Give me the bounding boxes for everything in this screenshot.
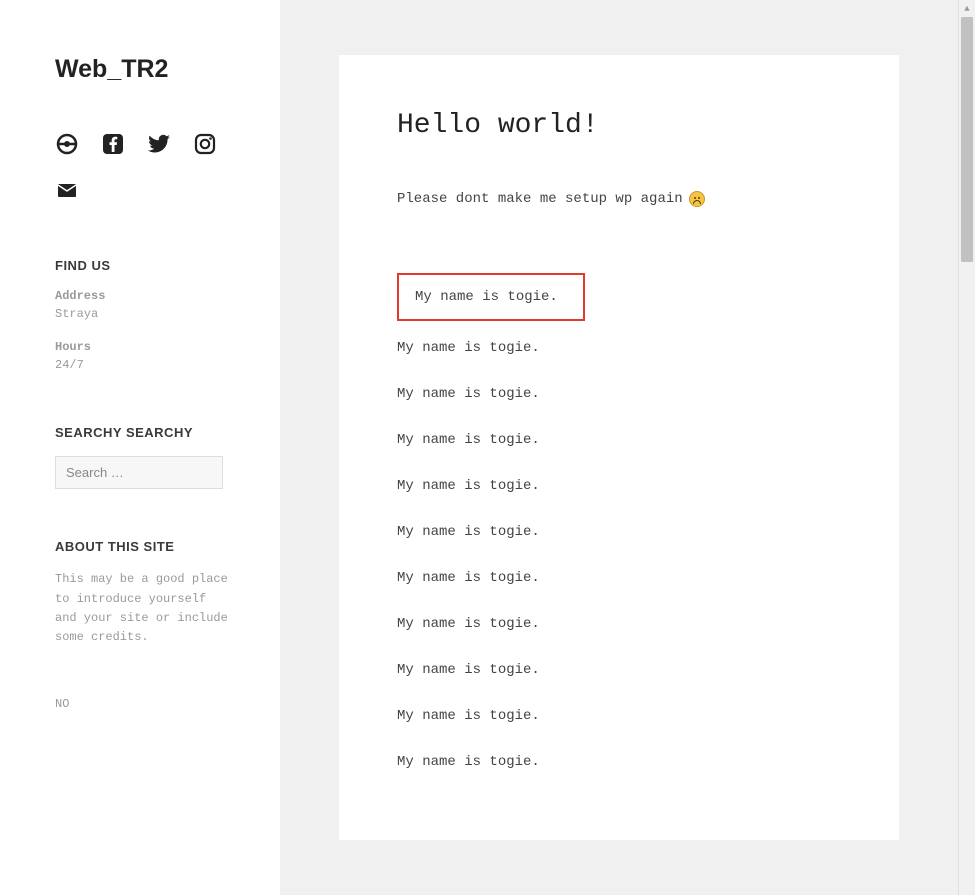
post-line: My name is togie.: [397, 463, 841, 509]
post-line: My name is togie.: [397, 647, 841, 693]
post-title[interactable]: Hello world!: [397, 110, 841, 141]
search-widget: SEARCHY SEARCHY: [55, 425, 235, 489]
scrollbar[interactable]: ▲: [958, 0, 975, 895]
post-card: Hello world! Please dont make me setup w…: [339, 55, 899, 840]
hours-label: Hours: [55, 340, 235, 354]
site-title[interactable]: Web_TR2: [55, 55, 235, 84]
about-text: This may be a good place to introduce yo…: [55, 570, 235, 647]
sidebar: Web_TR2 FIND US Address Straya Hours 24/…: [0, 0, 280, 895]
search-title: SEARCHY SEARCHY: [55, 425, 235, 440]
about-widget: ABOUT THIS SITE This may be a good place…: [55, 539, 235, 647]
post-line: My name is togie.: [397, 509, 841, 555]
social-icons: [55, 132, 235, 202]
scroll-thumb[interactable]: [961, 17, 973, 262]
post-line: My name is togie.: [415, 289, 567, 305]
search-input[interactable]: [55, 456, 223, 489]
content-area: Hello world! Please dont make me setup w…: [280, 0, 958, 895]
mail-icon[interactable]: [55, 178, 79, 202]
address-value: Straya: [55, 305, 235, 324]
post-line: My name is togie.: [397, 601, 841, 647]
twitter-icon[interactable]: [147, 132, 171, 156]
post-lead: Please dont make me setup wp again: [397, 191, 841, 207]
about-title: ABOUT THIS SITE: [55, 539, 235, 554]
frown-emoji-icon: [689, 191, 705, 207]
post-line: My name is togie.: [397, 417, 841, 463]
instagram-icon[interactable]: [193, 132, 217, 156]
pokeball-icon[interactable]: [55, 132, 79, 156]
post-line: My name is togie.: [397, 555, 841, 601]
highlight-box: My name is togie.: [397, 273, 585, 321]
post-line: My name is togie.: [397, 739, 841, 785]
post-lead-text: Please dont make me setup wp again: [397, 191, 683, 207]
address-label: Address: [55, 289, 235, 303]
hours-value: 24/7: [55, 356, 235, 375]
scroll-up-icon[interactable]: ▲: [959, 0, 975, 17]
facebook-icon[interactable]: [101, 132, 125, 156]
footer-text: NO: [55, 697, 235, 711]
findus-widget: FIND US Address Straya Hours 24/7: [55, 258, 235, 375]
post-line: My name is togie.: [397, 693, 841, 739]
post-line: My name is togie.: [397, 325, 841, 371]
post-line: My name is togie.: [397, 371, 841, 417]
findus-title: FIND US: [55, 258, 235, 273]
